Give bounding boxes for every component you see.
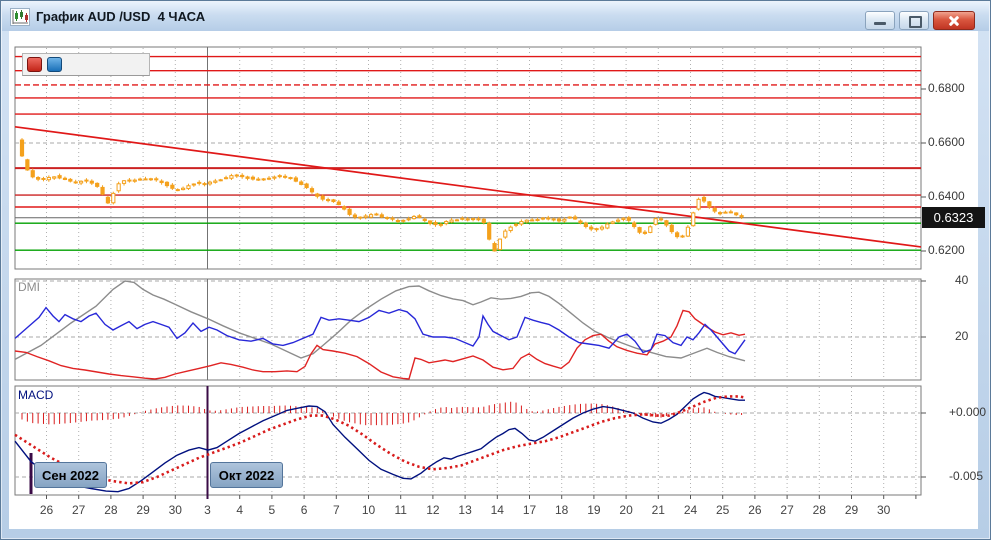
chart-window: График AUD /USD 4 ЧАСА DMI MACD 0.6323 С… [0,0,991,540]
chart-canvas[interactable] [1,1,991,540]
legend-blue-button[interactable] [47,57,62,72]
indicator-legend [22,53,150,76]
screenshot-root: { "window": { "title": "График AUD /USD … [0,0,991,540]
legend-red-button[interactable] [27,57,42,72]
